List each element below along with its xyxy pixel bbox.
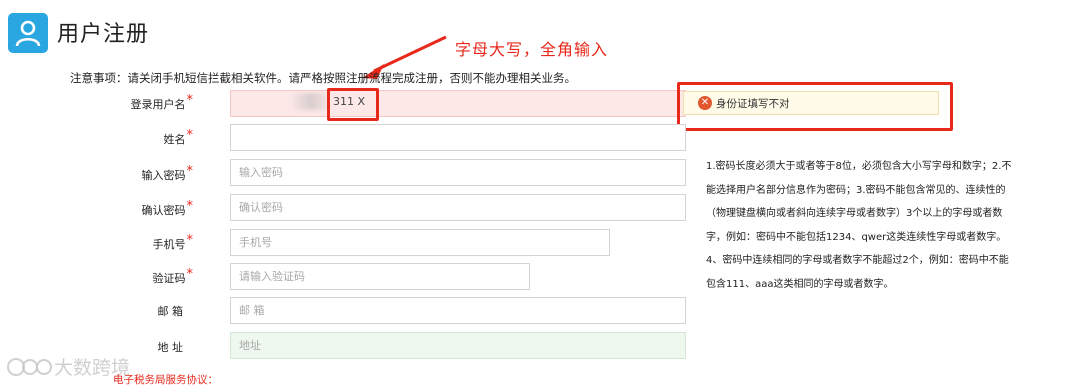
confirm-password-input[interactable]: [230, 194, 686, 221]
password-label: 输入密码*: [141, 164, 194, 182]
name-label: 姓名*: [163, 128, 194, 146]
phone-label: 手机号*: [152, 233, 194, 251]
highlight-box-username: [327, 88, 379, 121]
phone-input[interactable]: [230, 229, 610, 256]
confirm-password-label: 确认密码*: [141, 199, 194, 217]
email-input[interactable]: [230, 297, 686, 324]
captcha-input[interactable]: [230, 263, 530, 290]
name-input[interactable]: [230, 124, 686, 151]
highlight-box-error: [677, 82, 953, 131]
masked-value: [290, 93, 332, 110]
email-label: 邮 箱: [157, 305, 184, 318]
username-label: 登录用户名*: [130, 93, 194, 111]
password-rules-text: 1.密码长度必须大于或者等于8位，必须包含大小写字母和数字；2.不能选择用户名部…: [706, 161, 1012, 290]
page-title: 用户注册: [57, 22, 150, 47]
watermark: 大数跨境: [6, 353, 130, 380]
annotation-label: 字母大写，全角输入: [455, 40, 609, 59]
user-register-icon: [8, 13, 48, 53]
notice-text: 注意事项：请关闭手机短信拦截相关软件。请严格按照注册流程完成注册，否则不能办理相…: [70, 71, 576, 85]
address-input[interactable]: [230, 332, 686, 359]
watermark-logo-icon: [7, 357, 52, 376]
captcha-label: 验证码*: [152, 267, 194, 285]
service-agreement-link[interactable]: 电子税务局服务协议：: [113, 372, 218, 387]
password-input[interactable]: [230, 159, 686, 186]
